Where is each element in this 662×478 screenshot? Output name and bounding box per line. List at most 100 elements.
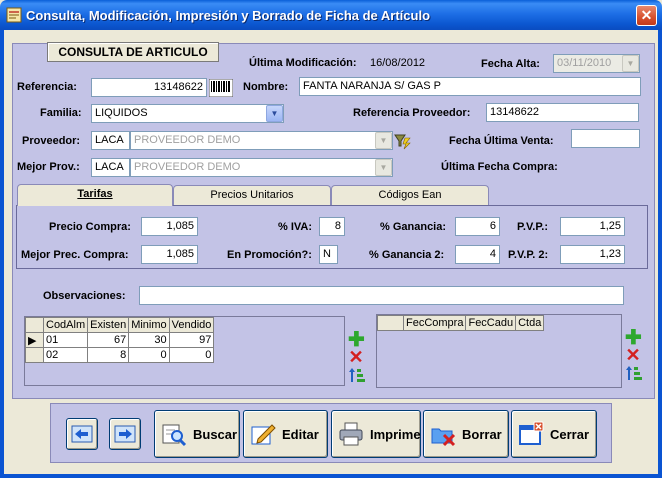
- row-indicator-header: [25, 317, 44, 333]
- stock-table: CodAlm Existen Minimo Vendido ▶ 01 67 30…: [25, 317, 215, 363]
- cerrar-label: Cerrar: [550, 427, 590, 442]
- referencia-proveedor-label: Referencia Proveedor:: [353, 107, 471, 119]
- buscar-button[interactable]: Buscar: [154, 410, 240, 458]
- pvp-2-input[interactable]: 1,23: [560, 245, 625, 264]
- observaciones-label: Observaciones:: [43, 290, 126, 302]
- mejor-prov-name-select[interactable]: PROVEEDOR DEMO ▼: [130, 158, 393, 177]
- row-pointer-icon: ▶: [25, 332, 44, 348]
- search-icon: [162, 424, 187, 447]
- next-record-button[interactable]: [109, 418, 141, 450]
- arrow-left-icon: [71, 425, 93, 443]
- cell[interactable]: 0: [168, 347, 215, 363]
- chevron-down-icon[interactable]: ▼: [375, 132, 392, 149]
- tab-precios-unitarios[interactable]: Precios Unitarios: [173, 185, 331, 205]
- previous-record-button[interactable]: [66, 418, 98, 450]
- cell[interactable]: 97: [168, 332, 215, 348]
- familia-select[interactable]: LIQUIDOS ▼: [91, 104, 284, 123]
- buscar-label: Buscar: [193, 427, 238, 442]
- window-title: Consulta, Modificación, Impresión y Borr…: [26, 8, 431, 23]
- pvp-label: P.V.P.:: [517, 221, 548, 233]
- mejor-precio-compra-input[interactable]: 1,085: [141, 245, 198, 264]
- en-promocion-input[interactable]: N: [319, 245, 338, 264]
- chevron-down-icon[interactable]: ▼: [375, 159, 392, 176]
- sort-icon[interactable]: [625, 364, 643, 382]
- cell[interactable]: 01: [42, 332, 89, 348]
- delete-icon[interactable]: ✕: [348, 348, 364, 366]
- familia-label: Familia:: [40, 107, 82, 119]
- tab-tarifas[interactable]: Tarifas: [17, 184, 173, 206]
- cell[interactable]: 02: [42, 347, 89, 363]
- chevron-down-icon[interactable]: ▼: [622, 55, 639, 72]
- row-indicator: [25, 347, 44, 363]
- cerrar-button[interactable]: Cerrar: [511, 410, 597, 458]
- cell[interactable]: 30: [128, 332, 170, 348]
- column-header[interactable]: Vendido: [168, 317, 215, 333]
- nombre-label: Nombre:: [243, 81, 289, 93]
- nombre-input[interactable]: FANTA NARANJA S/ GAS P: [299, 77, 641, 96]
- mejor-precio-compra-label: Mejor Prec. Compra:: [21, 249, 129, 261]
- imprime-button[interactable]: Imprime: [331, 410, 421, 458]
- column-header[interactable]: CodAlm: [42, 317, 89, 333]
- tab-label: Tarifas: [77, 188, 113, 200]
- observaciones-input[interactable]: [139, 286, 624, 305]
- edit-icon: [251, 424, 276, 445]
- tab-codigos-ean[interactable]: Códigos Ean: [331, 185, 489, 205]
- borrar-label: Borrar: [462, 427, 502, 442]
- column-header[interactable]: Existen: [87, 317, 130, 333]
- mejor-prov-label: Mejor Prov.:: [17, 161, 80, 173]
- pvp-input[interactable]: 1,25: [560, 217, 625, 236]
- arrow-right-icon: [114, 425, 136, 443]
- delete-folder-icon: [431, 428, 456, 447]
- fecha-ultima-venta-label: Fecha Última Venta:: [449, 135, 554, 147]
- row-indicator-header: [377, 315, 404, 331]
- chevron-down-icon[interactable]: ▼: [266, 105, 283, 122]
- cell[interactable]: 8: [87, 347, 130, 363]
- delete-icon[interactable]: ✕: [625, 346, 641, 364]
- sort-icon[interactable]: [348, 366, 366, 384]
- ultima-modificacion-label: Última Modificación:: [249, 57, 357, 69]
- referencia-label: Referencia:: [17, 81, 77, 93]
- cell[interactable]: 0: [128, 347, 170, 363]
- app-icon: [6, 7, 22, 23]
- proveedor-label: Proveedor:: [22, 135, 81, 147]
- fecha-ultima-venta-input[interactable]: [571, 129, 640, 148]
- compras-table: FecCompra FecCadu Ctda: [377, 315, 545, 331]
- printer-icon: [339, 422, 363, 446]
- column-header[interactable]: Ctda: [515, 315, 545, 331]
- editar-button[interactable]: Editar: [243, 410, 328, 458]
- add-icon[interactable]: ✚: [625, 328, 642, 348]
- section-title: CONSULTA DE ARTICULO: [47, 42, 219, 62]
- iva-input[interactable]: 8: [319, 217, 345, 236]
- title-bar: Consulta, Modificación, Impresión y Borr…: [0, 0, 662, 30]
- table-row[interactable]: ▶ 01 67 30 97: [25, 332, 215, 348]
- referencia-input[interactable]: 13148622: [91, 78, 207, 97]
- cell[interactable]: 67: [87, 332, 130, 348]
- pvp-2-label: P.V.P. 2:: [508, 249, 549, 261]
- precio-compra-label: Precio Compra:: [49, 221, 131, 233]
- column-header[interactable]: FecCadu: [465, 315, 517, 331]
- ultima-modificacion-value: 16/08/2012: [370, 57, 426, 69]
- barcode-icon[interactable]: [209, 79, 233, 97]
- close-button[interactable]: ✕: [636, 5, 657, 26]
- filter-icon[interactable]: [394, 132, 412, 150]
- precio-compra-input[interactable]: 1,085: [141, 217, 198, 236]
- borrar-button[interactable]: Borrar: [423, 410, 509, 458]
- proveedor-name-select[interactable]: PROVEEDOR DEMO ▼: [130, 131, 393, 150]
- ganancia-2-label: % Ganancia 2:: [369, 249, 445, 261]
- proveedor-code-input[interactable]: LACA: [91, 131, 130, 150]
- close-window-icon: [519, 421, 544, 445]
- editar-label: Editar: [282, 427, 319, 442]
- imprime-label: Imprime: [370, 427, 421, 442]
- iva-label: % IVA:: [278, 221, 313, 233]
- ganancia-input[interactable]: 6: [455, 217, 500, 236]
- ultima-fecha-compra-label: Última Fecha Compra:: [441, 161, 558, 173]
- ganancia-label: % Ganancia:: [380, 221, 447, 233]
- referencia-proveedor-input[interactable]: 13148622: [486, 103, 639, 122]
- column-header[interactable]: Minimo: [128, 317, 170, 333]
- fecha-alta-field: 03/11/2010 ▼: [553, 54, 640, 73]
- column-header[interactable]: FecCompra: [402, 315, 467, 331]
- ganancia-2-input[interactable]: 4: [455, 245, 500, 264]
- add-icon[interactable]: ✚: [348, 330, 365, 350]
- mejor-prov-code-input[interactable]: LACA: [91, 158, 130, 177]
- table-row[interactable]: 02 8 0 0: [25, 347, 215, 363]
